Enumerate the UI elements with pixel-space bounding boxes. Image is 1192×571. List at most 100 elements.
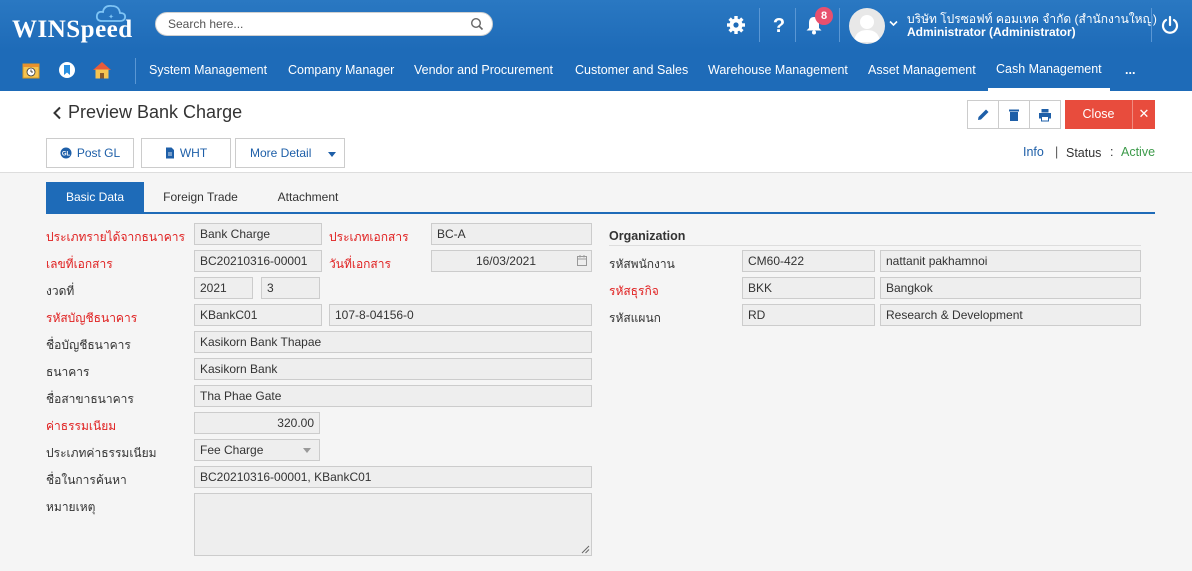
bank-label: ธนาคาร bbox=[46, 365, 90, 379]
post-gl-button[interactable]: GL Post GL bbox=[46, 138, 134, 168]
business-label: รหัสธุรกิจ bbox=[609, 284, 659, 298]
main-nav: System Management Company Manager Vendor… bbox=[0, 50, 1192, 91]
printer-icon bbox=[1039, 108, 1051, 121]
branch-label: ชื่อสาขาธนาคาร bbox=[46, 392, 134, 406]
trash-icon bbox=[1009, 109, 1019, 121]
app-logo[interactable]: WINSpeed bbox=[12, 16, 133, 44]
doc-type-field[interactable]: BC-A bbox=[431, 223, 592, 245]
period-year-field[interactable]: 2021 bbox=[194, 277, 253, 299]
edit-button[interactable] bbox=[967, 100, 999, 129]
caret-down-icon[interactable] bbox=[303, 448, 311, 453]
status-label: Status bbox=[1066, 146, 1102, 160]
separator: | bbox=[1055, 145, 1059, 159]
wht-button[interactable]: WHT bbox=[141, 138, 231, 168]
info-link[interactable]: Info bbox=[1023, 145, 1044, 159]
tab-foreign-trade[interactable]: Foreign Trade bbox=[154, 182, 247, 213]
status-colon: : bbox=[1110, 145, 1114, 159]
close-button[interactable]: Close bbox=[1065, 100, 1132, 129]
period-no-field[interactable]: 3 bbox=[261, 277, 320, 299]
fee-type-label: ประเภทค่าธรรมเนียม bbox=[46, 446, 157, 460]
more-detail-button[interactable]: More Detail bbox=[235, 138, 345, 168]
divider bbox=[795, 8, 796, 42]
gear-icon[interactable] bbox=[724, 12, 748, 38]
status-value: Active bbox=[1121, 145, 1156, 159]
employee-code-field[interactable]: CM60-422 bbox=[742, 250, 875, 272]
document-icon bbox=[165, 147, 174, 159]
nav-cash-management[interactable]: Cash Management bbox=[988, 50, 1110, 91]
fee-label: ค่าธรรมเนียม bbox=[46, 419, 117, 433]
doc-date-label: วันที่เอกสาร bbox=[329, 257, 391, 271]
delete-button[interactable] bbox=[998, 100, 1030, 129]
nav-vendor-procurement[interactable]: Vendor and Procurement bbox=[414, 50, 553, 91]
search-name-label: ชื่อในการค้นหา bbox=[46, 473, 127, 487]
department-code-field[interactable]: RD bbox=[742, 304, 875, 326]
tab-attachment[interactable]: Attachment bbox=[268, 182, 348, 213]
fee-type-select[interactable]: Fee Charge bbox=[194, 439, 320, 461]
period-label: งวดที่ bbox=[46, 284, 75, 298]
more-detail-label: More Detail bbox=[250, 146, 312, 160]
tab-underline bbox=[46, 212, 1155, 214]
nav-company-manager[interactable]: Company Manager bbox=[288, 50, 394, 91]
svg-text:GL: GL bbox=[62, 151, 71, 157]
back-chevron-icon[interactable] bbox=[52, 106, 64, 120]
bank-account-code-field[interactable]: KBankC01 bbox=[194, 304, 322, 326]
divider bbox=[135, 58, 136, 84]
avatar[interactable] bbox=[849, 8, 885, 44]
employee-label: รหัสพนักงาน bbox=[609, 257, 675, 271]
caret-down-icon bbox=[328, 152, 336, 157]
search-input[interactable]: Search here... bbox=[168, 17, 243, 31]
calendar-icon[interactable] bbox=[577, 255, 587, 266]
department-name-field[interactable]: Research & Development bbox=[880, 304, 1141, 326]
resize-handle-icon[interactable] bbox=[581, 545, 590, 554]
tab-basic-data[interactable]: Basic Data bbox=[46, 182, 144, 213]
nav-warehouse-management[interactable]: Warehouse Management bbox=[708, 50, 848, 91]
nav-system-management[interactable]: System Management bbox=[149, 50, 267, 91]
home-icon[interactable] bbox=[91, 59, 113, 81]
calendar-clock-icon[interactable] bbox=[20, 59, 42, 81]
bank-field[interactable]: Kasikorn Bank bbox=[194, 358, 592, 380]
bank-account-no-field[interactable]: 107-8-04156-0 bbox=[329, 304, 592, 326]
doc-no-field[interactable]: BC20210316-00001 bbox=[194, 250, 322, 272]
print-button[interactable] bbox=[1029, 100, 1061, 129]
organization-divider bbox=[609, 245, 1141, 246]
search-icon[interactable] bbox=[470, 17, 484, 31]
divider bbox=[1151, 8, 1152, 42]
business-name-field[interactable]: Bangkok bbox=[880, 277, 1141, 299]
bookmark-icon[interactable] bbox=[56, 59, 78, 81]
divider bbox=[839, 8, 840, 42]
fee-field[interactable]: 320.00 bbox=[194, 412, 320, 434]
doc-date-field[interactable]: 16/03/2021 bbox=[431, 250, 592, 272]
account-name-label: ชื่อบัญชีธนาคาร bbox=[46, 338, 131, 352]
divider bbox=[759, 8, 760, 42]
income-type-label: ประเภทรายได้จากธนาคาร bbox=[46, 230, 185, 244]
search-box[interactable]: Search here... bbox=[155, 12, 493, 36]
business-code-field[interactable]: BKK bbox=[742, 277, 875, 299]
doc-type-label: ประเภทเอกสาร bbox=[329, 230, 409, 244]
remark-label: หมายเหตุ bbox=[46, 500, 96, 514]
help-icon[interactable]: ? bbox=[767, 12, 791, 38]
top-bar: ✦ WINSpeed Search here... ? 8 บริษัท โปร… bbox=[0, 0, 1192, 50]
doc-no-label: เลขที่เอกสาร bbox=[46, 257, 113, 271]
post-gl-label: Post GL bbox=[76, 146, 121, 160]
svg-text:?: ? bbox=[773, 15, 785, 36]
remark-textarea[interactable] bbox=[194, 493, 592, 556]
chevron-down-icon[interactable] bbox=[889, 20, 898, 27]
bank-account-label: รหัสบัญชีธนาคาร bbox=[46, 311, 138, 325]
nav-customer-sales[interactable]: Customer and Sales bbox=[575, 50, 688, 91]
account-name-field[interactable]: Kasikorn Bank Thapae bbox=[194, 331, 592, 353]
search-name-field[interactable]: BC20210316-00001, KBankC01 bbox=[194, 466, 592, 488]
user-name: Administrator (Administrator) bbox=[907, 25, 1076, 39]
employee-name-field[interactable]: nattanit pakhamnoi bbox=[880, 250, 1141, 272]
nav-asset-management[interactable]: Asset Management bbox=[868, 50, 976, 91]
gl-icon: GL bbox=[60, 147, 72, 159]
nav-more[interactable]: ... bbox=[1125, 50, 1135, 91]
close-x-icon[interactable]: ✕ bbox=[1132, 100, 1155, 129]
power-icon[interactable] bbox=[1158, 12, 1182, 38]
branch-field[interactable]: Tha Phae Gate bbox=[194, 385, 592, 407]
notification-badge: 8 bbox=[815, 7, 833, 25]
pencil-icon bbox=[978, 109, 989, 120]
department-label: รหัสแผนก bbox=[609, 311, 661, 325]
wht-label: WHT bbox=[179, 146, 208, 160]
organization-title: Organization bbox=[609, 229, 686, 243]
income-type-field[interactable]: Bank Charge bbox=[194, 223, 322, 245]
